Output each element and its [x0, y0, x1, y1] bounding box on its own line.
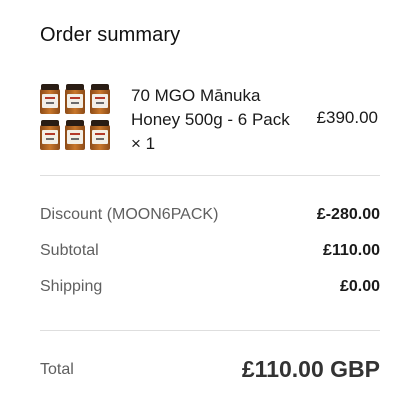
subtotal-value: £110.00 [323, 242, 380, 259]
product-image [40, 84, 112, 156]
shipping-row: Shipping £0.00 [40, 278, 380, 296]
honey-jar-icon [40, 120, 60, 150]
discount-value: £-280.00 [316, 206, 380, 223]
order-summary-panel: Order summary 70 MGO Mānuka Honey 500g -… [0, 0, 420, 420]
discount-row: Discount (MOON6PACK) £-280.00 [40, 206, 380, 224]
total-row: Total £110.00 GBP [40, 356, 380, 383]
divider [40, 330, 380, 331]
divider [40, 175, 380, 176]
honey-jar-icon [65, 120, 85, 150]
shipping-value: £0.00 [339, 278, 380, 295]
subtotal-row: Subtotal £110.00 [40, 242, 380, 260]
honey-jar-icon [65, 84, 85, 114]
total-value: £110.00 GBP [241, 356, 380, 382]
order-summary-title: Order summary [40, 24, 181, 46]
honey-jar-icon [90, 120, 110, 150]
product-name: 70 MGO Mānuka Honey 500g - 6 Pack × 1 [131, 86, 290, 153]
shipping-label: Shipping [40, 278, 103, 295]
honey-jar-icon [40, 84, 60, 114]
honey-jar-icon [90, 84, 110, 114]
total-label: Total [40, 360, 74, 378]
discount-label: Discount (MOON6PACK) [40, 206, 219, 223]
subtotal-label: Subtotal [40, 242, 99, 259]
product-price: £390.00 [316, 108, 378, 127]
